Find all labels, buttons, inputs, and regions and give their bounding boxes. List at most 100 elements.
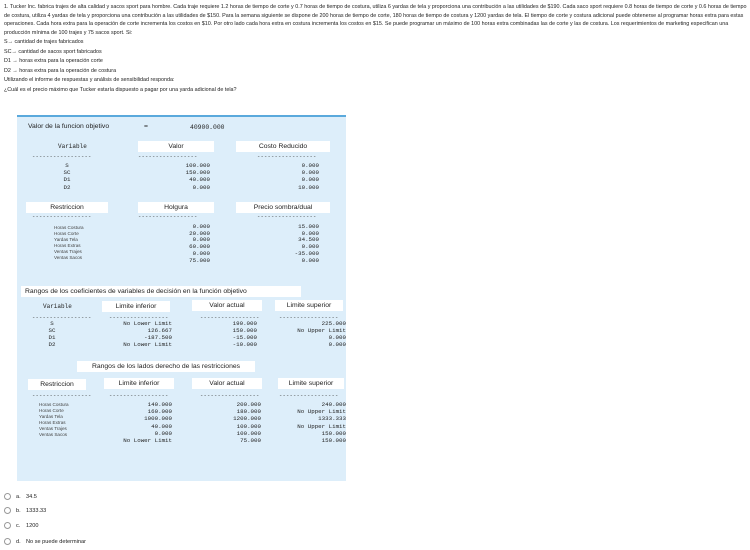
rhs-lower: 1000.000 <box>144 415 172 423</box>
var-reduced: 0.000 <box>301 169 319 177</box>
rhs-uppers: 240.000 No Upper Limit 1333.333 No Upper… <box>261 401 346 444</box>
var-name: S <box>65 162 69 169</box>
option-text: 1200 <box>26 522 39 529</box>
rhs-header-current: Valor actual <box>192 378 262 389</box>
obj-upper: 0.000 <box>328 334 346 341</box>
rhs-upper: 240.000 <box>321 401 346 408</box>
con-duals: 15.000 0.000 34.500 0.000 -35.000 0.000 <box>267 223 319 264</box>
obj-header-current: Valor actual <box>192 300 262 311</box>
obj-uppers: 225.000 No Upper Limit 0.000 0.000 <box>261 320 346 348</box>
rhs-name: Ventas Sacos <box>39 432 68 438</box>
obj-lower: No Lower Limit <box>123 341 172 348</box>
radio-button[interactable] <box>4 507 11 514</box>
question: ¿Cuál es el precio máximo que Tucker est… <box>4 86 237 93</box>
obj-currents: 190.000 150.000 -15.000 -10.000 <box>207 320 257 348</box>
radio-button[interactable] <box>4 522 11 529</box>
var-value: 150.000 <box>185 169 210 177</box>
var-reduced: 0.000 <box>301 162 319 169</box>
definition-s: S→ cantidad de trajes fabricados <box>4 39 84 45</box>
problem-statement: 1. Tucker Inc. fabrica trajes de alta ca… <box>4 3 748 38</box>
definition-sc: SC→ cantidad de sacos sport fabricados <box>4 48 102 55</box>
con-names: Horas Costura Horas Corte Yardas Tela Ho… <box>54 225 84 262</box>
divider: ----------------- <box>138 153 198 160</box>
option-c[interactable]: c. 1200 <box>4 522 38 529</box>
var-name: D1 <box>63 176 71 184</box>
con-name: Ventas Sacos <box>54 255 83 261</box>
rhs-lower: 40.000 <box>151 422 172 430</box>
divider: ----------------- <box>109 392 169 399</box>
option-text: No se puede determinar <box>26 538 87 545</box>
rhs-header-lower: Limite inferior <box>104 378 174 389</box>
obj-header-upper: Limite superior <box>275 300 343 311</box>
var-name: SC <box>63 169 71 177</box>
obj-name: S <box>50 320 54 327</box>
option-a[interactable]: a. 34.5 <box>4 493 37 500</box>
var-reduced: 10.000 <box>298 183 319 191</box>
rhs-header-restriction: Restriccion <box>28 379 86 390</box>
con-slack: 75.000 <box>189 256 210 264</box>
rhs-lower: 140.000 <box>147 401 172 408</box>
rhs-upper: No Upper Limit <box>297 422 346 430</box>
obj-name: D2 <box>48 341 56 348</box>
rhs-names: Horas Costura Horas Corte Yardas Tela Ho… <box>39 402 69 439</box>
divider: ----------------- <box>138 213 198 220</box>
var-names: S SC D1 D2 <box>47 162 87 191</box>
radio-button[interactable] <box>4 493 11 500</box>
obj-lower: -187.500 <box>144 334 172 341</box>
sensitivity-report-image: Valor de la funcion objetivo = 40900.000… <box>17 115 346 481</box>
rhs-header-upper: Limite superior <box>278 378 344 389</box>
divider: ----------------- <box>32 153 92 160</box>
rhs-upper: 150.000 <box>321 437 346 445</box>
obj-header-variable: Variable <box>43 303 72 310</box>
divider: ----------------- <box>257 153 317 160</box>
option-d[interactable]: d. No se puede determinar <box>4 538 86 545</box>
problem-text: 1. Tucker Inc. fabrica trajes de alta ca… <box>4 4 747 37</box>
option-letter: b. <box>16 507 21 514</box>
obj-upper: 225.000 <box>321 320 346 327</box>
obj-lower: No Lower Limit <box>123 320 172 327</box>
obj-current: 190.000 <box>232 320 257 327</box>
rhs-ranges-title: Rangos de los lados derecho de las restr… <box>77 361 255 372</box>
con-header-dual: Precio sombra/dual <box>236 202 330 213</box>
var-values: 100.000 150.000 40.000 0.000 <box>158 162 210 191</box>
var-reduced-costs: 0.000 0.000 0.000 10.000 <box>267 162 319 191</box>
definition-d1: D1 → horas extra para la operación corte <box>4 58 103 65</box>
divider: ----------------- <box>257 213 317 220</box>
rhs-current: 1200.000 <box>233 415 261 423</box>
rhs-current: 100.000 <box>236 422 261 430</box>
option-text: 34.5 <box>26 493 37 500</box>
var-name: D2 <box>63 183 71 191</box>
divider: ----------------- <box>32 213 92 220</box>
obj-upper: No Upper Limit <box>297 327 346 334</box>
divider: ----------------- <box>279 392 339 399</box>
rhs-current: 200.000 <box>236 401 261 408</box>
obj-upper: 0.000 <box>328 341 346 348</box>
rhs-upper: 1333.333 <box>318 415 346 423</box>
var-value: 0.000 <box>192 183 210 191</box>
obj-current: -10.000 <box>232 341 257 348</box>
var-reduced: 0.000 <box>301 176 319 184</box>
var-header-value: Valor <box>138 141 214 152</box>
obj-current: -15.000 <box>232 334 257 341</box>
radio-button[interactable] <box>4 538 11 545</box>
option-letter: c. <box>16 522 21 529</box>
rhs-current: 100.000 <box>236 429 261 437</box>
obj-header-lower: Limite inferior <box>102 301 170 312</box>
rhs-current: 75.000 <box>240 437 261 445</box>
rhs-lowers: 140.000 160.000 1000.000 40.000 0.000 No… <box>87 401 172 444</box>
con-slacks: 0.000 20.000 0.000 60.000 0.000 75.000 <box>158 223 210 264</box>
rhs-current: 180.000 <box>236 408 261 416</box>
objective-equals: = <box>144 123 148 130</box>
obj-names: S SC D1 D2 <box>32 320 72 348</box>
con-dual: 0.000 <box>301 256 319 264</box>
rhs-upper: 150.000 <box>321 429 346 437</box>
definition-d2: D2 → horas extra para la operación de co… <box>4 67 117 74</box>
option-letter: d. <box>16 538 21 545</box>
rhs-currents: 200.000 180.000 1200.000 100.000 100.000… <box>207 401 261 444</box>
option-b[interactable]: b. 1333.33 <box>4 507 46 514</box>
var-header-reduced-cost: Costo Reducido <box>236 141 330 152</box>
obj-lowers: No Lower Limit 126.667 -187.500 No Lower… <box>87 320 172 348</box>
obj-current: 150.000 <box>232 327 257 334</box>
obj-ranges-title: Rangos de los coeficientes de variables … <box>21 286 301 297</box>
con-header-slack: Holgura <box>138 202 214 213</box>
